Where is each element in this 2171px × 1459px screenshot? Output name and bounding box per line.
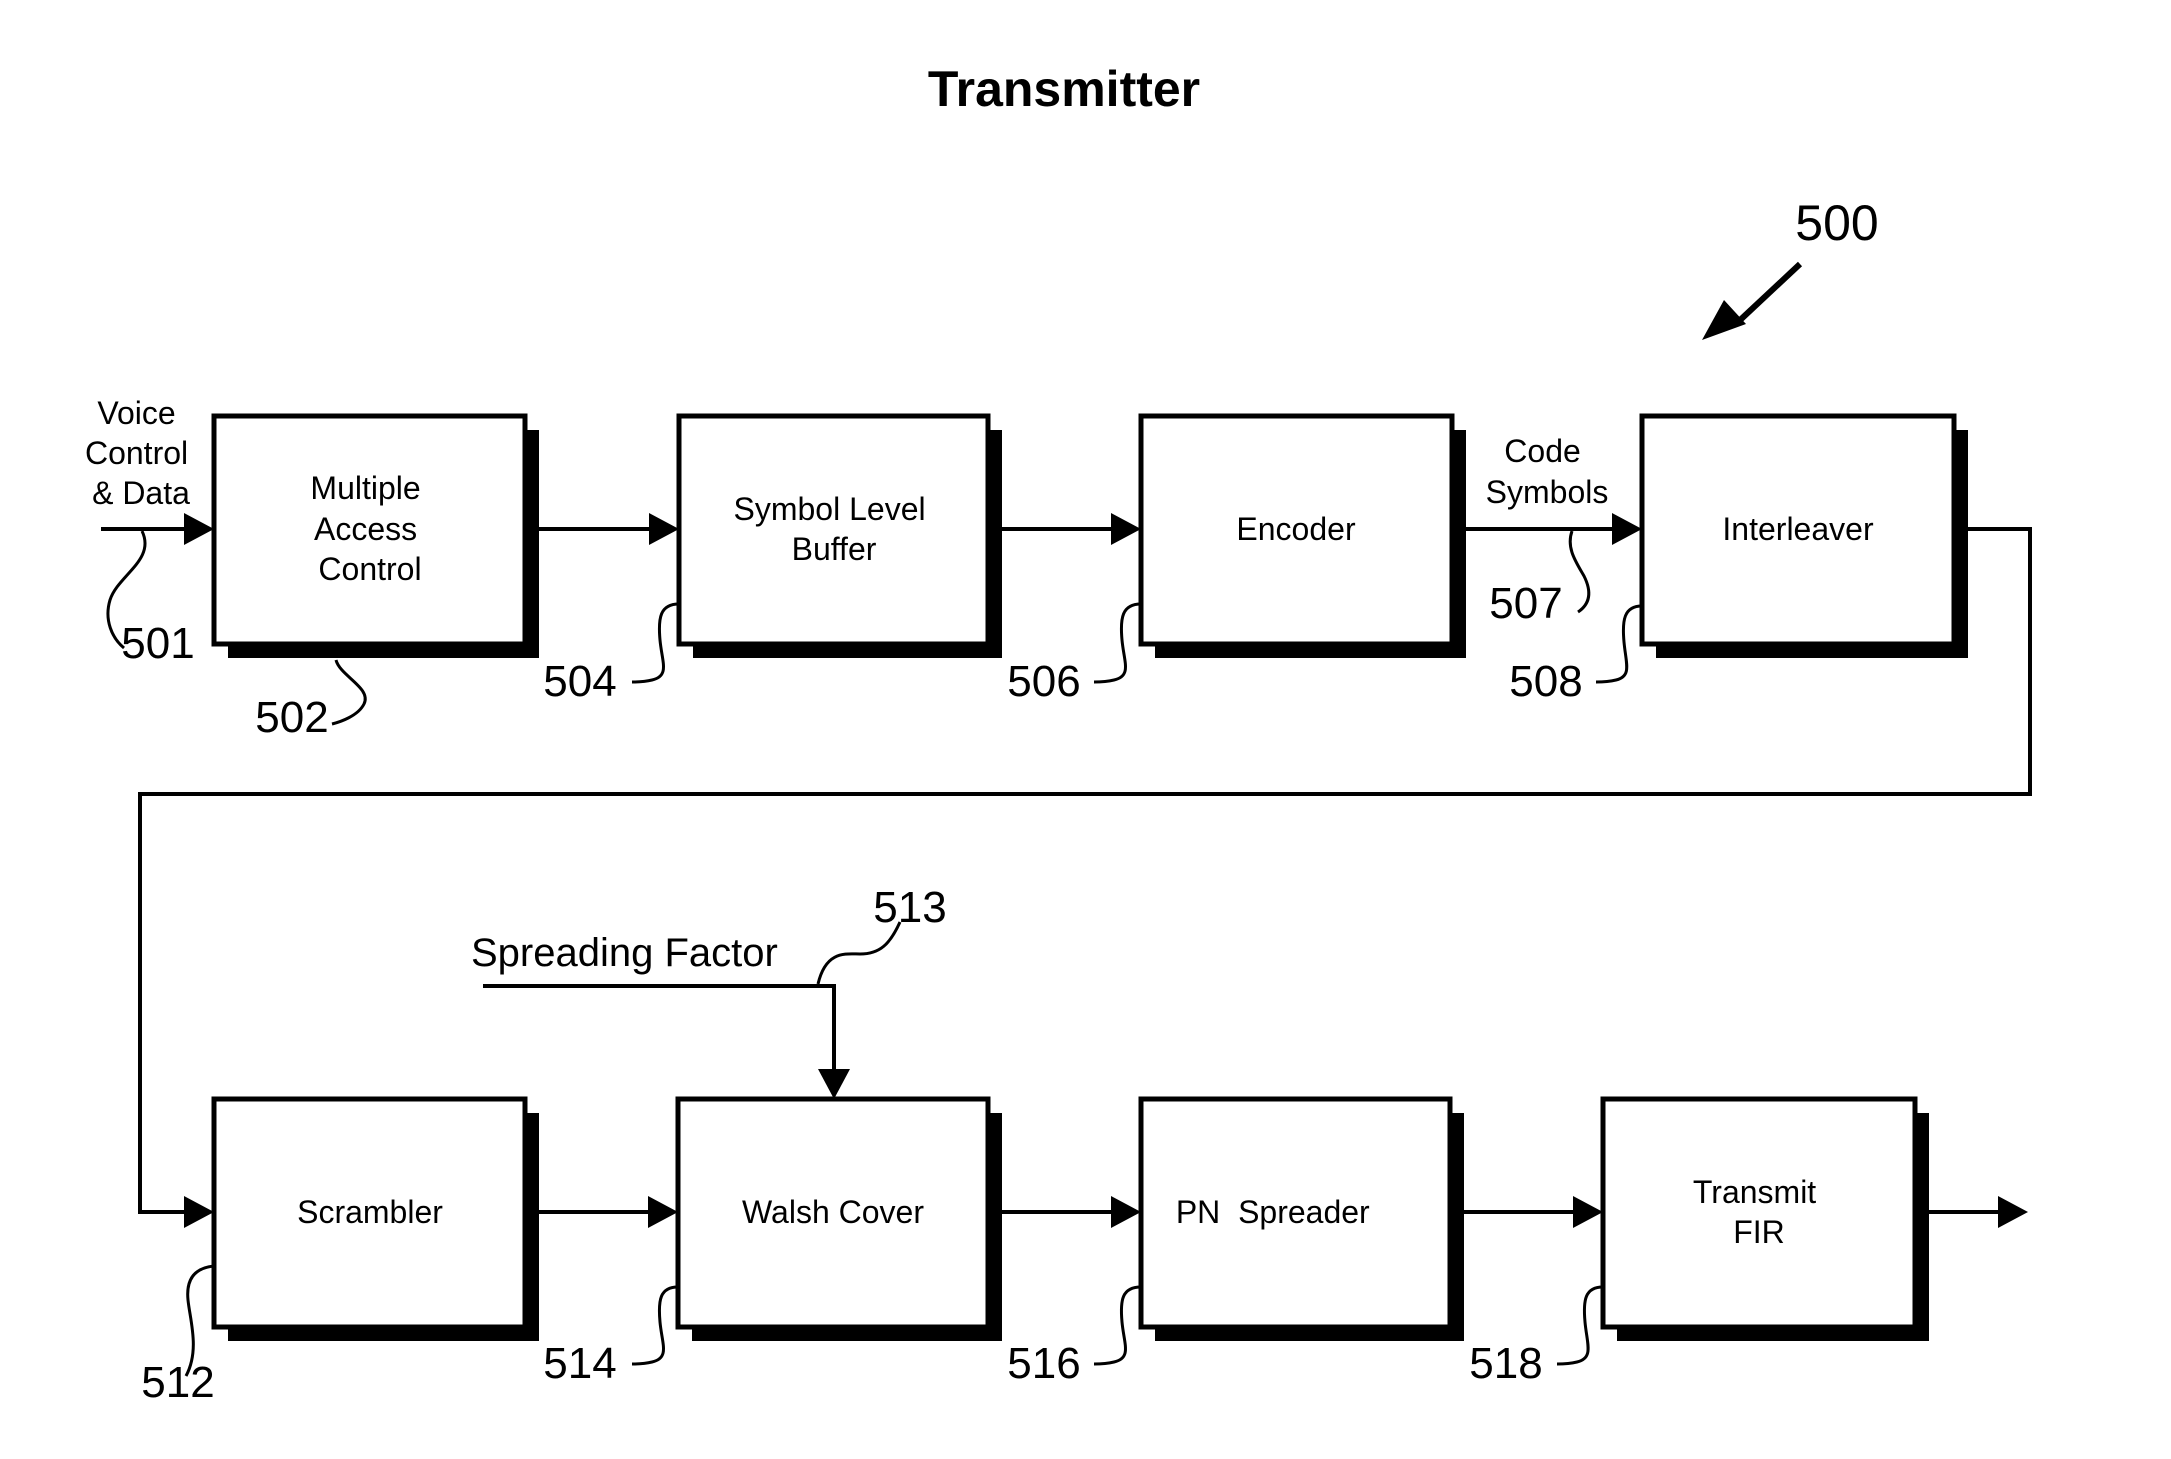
block-encoder: Encoder [1138,413,1466,658]
input-arrow [101,513,214,545]
block-scrambler: Scrambler [211,1096,539,1341]
leader-514 [631,1285,679,1366]
leader-504 [631,602,680,684]
output-arrow [1929,1196,2028,1228]
arrow-mac-to-buffer [539,513,679,545]
arrow-pn-to-fir [1464,1196,1603,1228]
input-label: Voice Control & Data [85,395,197,511]
leader-502 [331,659,367,726]
spreading-factor-arrow [483,984,850,1099]
svg-text:Multiple Access Co: Multiple Access Control [310,470,429,587]
block-multiple-access-control: Multiple Access Control [211,413,539,658]
block-interleaver: Interleaver [1639,413,1968,658]
ref-501: 501 [121,619,194,668]
spreading-factor-label: Spreading Factor [471,931,778,975]
code-symbols-label: Code Symbols [1486,433,1609,510]
ref-506: 506 [1007,657,1080,706]
svg-text:Encoder: Encoder [1236,511,1356,547]
leader-506 [1093,602,1142,684]
ref-516: 516 [1007,1339,1080,1388]
arrow-buffer-to-encoder [1002,513,1141,545]
block-walsh-cover: Walsh Cover [675,1096,1002,1341]
leader-508 [1595,604,1643,684]
svg-text:Walsh Cover: Walsh Cover [742,1194,924,1230]
figure-ref-500: 500 [1795,195,1878,251]
ref-518: 518 [1469,1339,1542,1388]
leader-518 [1556,1285,1604,1366]
svg-text:Interleaver: Interleaver [1722,511,1874,547]
block-transmit-fir: Transmit FIR [1600,1096,1929,1341]
ref-507: 507 [1489,579,1562,628]
ref-514: 514 [543,1339,616,1388]
block-symbol-level-buffer: Symbol Level Buffer [676,413,1002,658]
ref-508: 508 [1509,657,1582,706]
leader-516 [1093,1285,1142,1366]
ref-502: 502 [255,693,328,742]
transmitter-block-diagram: Transmitter 500 Voice Control & Data 501… [85,61,2032,1407]
arrow-scrambler-to-walsh [539,1196,678,1228]
leader-507 [1568,530,1591,614]
arrow-encoder-to-interleaver [1466,513,1642,545]
svg-text:Scrambler: Scrambler [297,1194,443,1230]
ref-504: 504 [543,657,616,706]
ref-513: 513 [873,883,946,932]
arrow-walsh-to-pn [1002,1196,1141,1228]
figure-ref-arrow-icon [1702,261,1803,340]
ref-512: 512 [141,1358,214,1407]
diagram-title: Transmitter [928,61,1200,117]
